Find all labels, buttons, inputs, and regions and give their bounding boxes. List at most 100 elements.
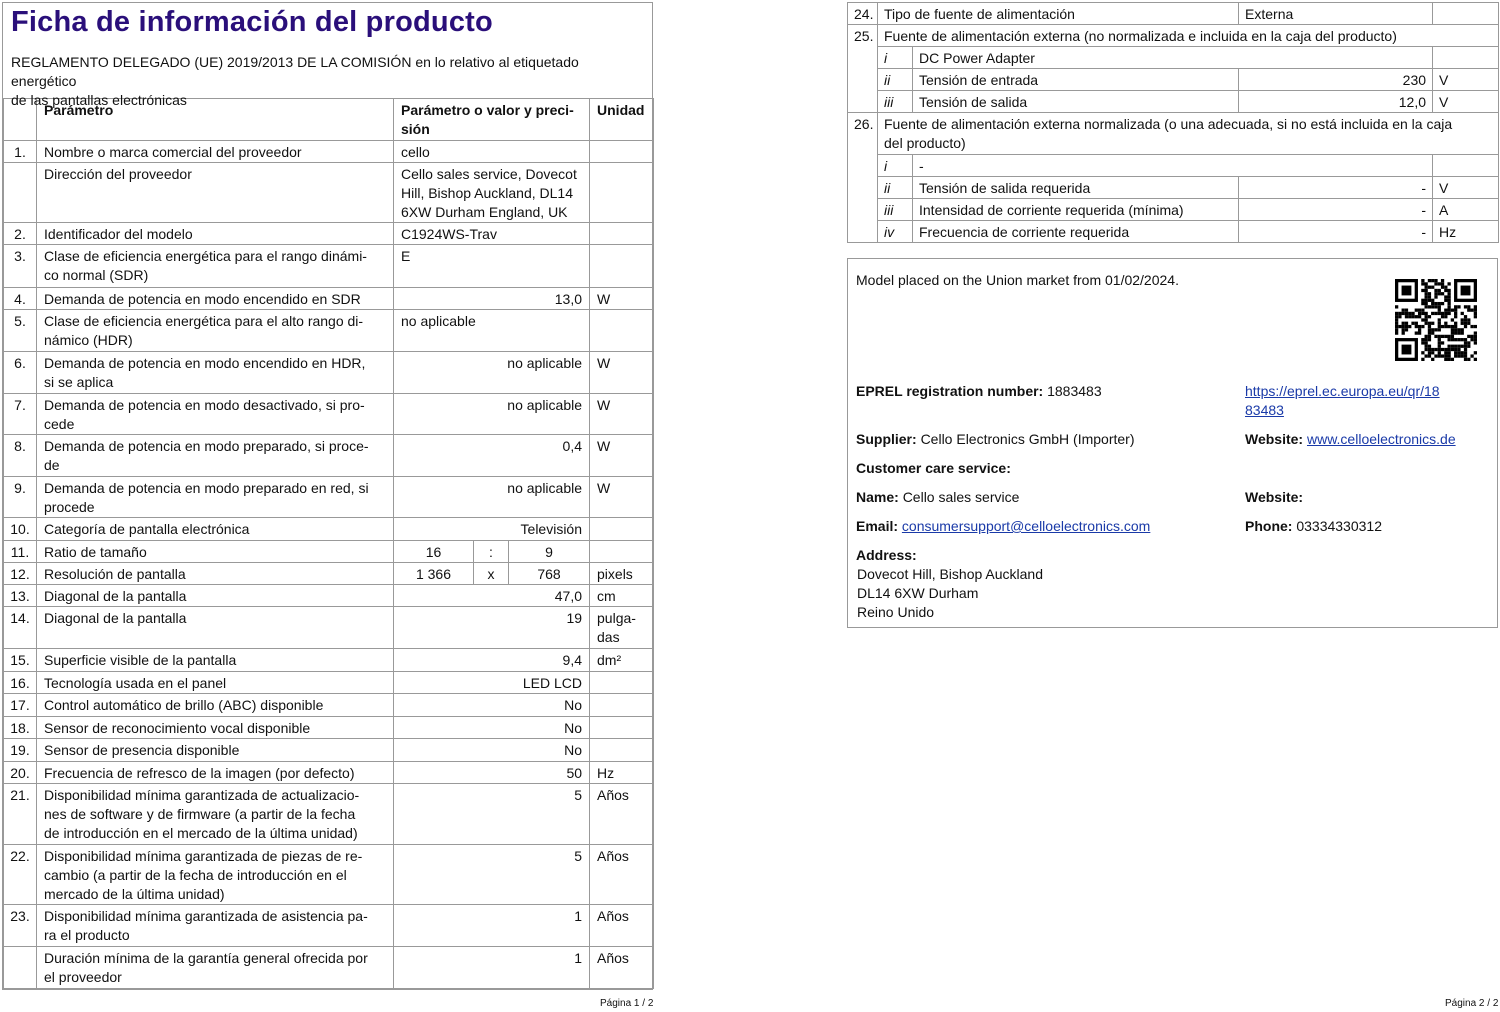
sub-value: 12,0 bbox=[1238, 90, 1434, 113]
row-value: No bbox=[392, 716, 591, 739]
sub-index: ii bbox=[877, 176, 913, 199]
row-parameter: Identificador del modelo bbox=[36, 222, 394, 245]
row-number: 4. bbox=[3, 287, 37, 310]
sub-parameter: - bbox=[911, 154, 1434, 177]
qr-code-icon[interactable] bbox=[1395, 279, 1477, 361]
row-unit: W bbox=[589, 287, 655, 310]
row-value: Televisión bbox=[392, 517, 591, 541]
table-row: 1. Nombre o marca comercial del proveedor… bbox=[3, 140, 655, 163]
row-unit bbox=[1432, 2, 1500, 25]
sub-parameter: Frecuencia de corriente requerida bbox=[911, 220, 1240, 243]
sub-value: - bbox=[1238, 220, 1434, 243]
row-value-a: 16 bbox=[393, 540, 474, 563]
row-unit: Años bbox=[589, 844, 655, 905]
row-number: 19. bbox=[3, 738, 37, 762]
eprel-info-box: Model placed on the Union market from 01… bbox=[847, 258, 1498, 628]
row-number: 3. bbox=[3, 244, 37, 288]
row-number: 22. bbox=[3, 844, 37, 905]
row-value: 47,0 bbox=[392, 584, 591, 607]
row-parameter: Diagonal de la pantalla bbox=[36, 584, 394, 607]
sub-unit: V bbox=[1432, 176, 1500, 199]
website-label: Website: bbox=[1245, 431, 1304, 447]
row-parameter: Diagonal de la pantalla bbox=[36, 606, 394, 649]
table-row: 13. Diagonal de la pantalla 47,0 cm bbox=[3, 584, 655, 607]
row-unit bbox=[589, 162, 655, 223]
sub-index: iii bbox=[877, 198, 913, 221]
row-number: 10. bbox=[3, 517, 37, 541]
row-number: 13. bbox=[3, 584, 37, 607]
row-number: 17. bbox=[3, 693, 37, 717]
row-unit: W bbox=[589, 393, 655, 435]
supplier-value: Cello Electronics GmbH (Importer) bbox=[920, 431, 1135, 447]
name-value: Cello sales service bbox=[902, 489, 1020, 505]
row-unit bbox=[589, 671, 655, 694]
row-unit bbox=[589, 738, 655, 762]
row-value: 50 bbox=[392, 761, 591, 784]
address-label: Address: bbox=[856, 547, 917, 563]
table-row: 6. Demanda de potencia en modo encendido … bbox=[3, 351, 655, 394]
sub-parameter: Tensión de entrada bbox=[911, 68, 1240, 91]
table-row: 20. Frecuencia de refresco de la imagen (… bbox=[3, 761, 655, 784]
row-value: no aplicable bbox=[392, 393, 591, 435]
row-number: 18. bbox=[3, 716, 37, 739]
sub-unit: V bbox=[1432, 90, 1500, 113]
sub-index: i bbox=[877, 154, 913, 177]
page-footer-2: Página 2 / 2 bbox=[1445, 998, 1499, 1009]
table-row: 21. Disponibilidad mínima garantizada de … bbox=[3, 783, 655, 845]
product-info-sheet-page-1: Ficha de información del producto REGLAM… bbox=[2, 2, 655, 990]
table-row: 15. Superficie visible de la pantalla 9,4 d… bbox=[3, 648, 655, 672]
row-unit bbox=[589, 309, 655, 352]
row-number: 8. bbox=[3, 434, 37, 477]
row-parameter: Fuente de alimentación externa normaliza… bbox=[876, 112, 1500, 155]
sub-index: i bbox=[877, 46, 913, 69]
email-link[interactable]: consumersupport@celloelectronics.com bbox=[902, 518, 1150, 534]
row-number: 12. bbox=[3, 562, 37, 585]
sub-row: iii Intensidad de corriente requerida (mí… bbox=[848, 198, 1500, 221]
sub-row: iv Frecuencia de corriente requerida - Hz bbox=[848, 220, 1500, 243]
row-value-separator: : bbox=[473, 540, 509, 563]
eprel-link[interactable]: https://eprel.ec.europa.eu/qr/18 83483 bbox=[1245, 383, 1440, 418]
name-label: Name: bbox=[856, 489, 899, 505]
row-number: 11. bbox=[3, 540, 37, 563]
row-unit: Años bbox=[589, 904, 655, 947]
sub-row: i- bbox=[848, 154, 1500, 177]
row-number: 9. bbox=[3, 476, 37, 518]
website-link[interactable]: www.celloelectronics.de bbox=[1307, 431, 1456, 447]
row-number bbox=[3, 162, 37, 223]
row-number: 16. bbox=[3, 671, 37, 694]
row-value: 9,4 bbox=[392, 648, 591, 672]
row-unit bbox=[589, 716, 655, 739]
phone-value: 03334330312 bbox=[1296, 518, 1382, 534]
row-number: 7. bbox=[3, 393, 37, 435]
sub-index: iii bbox=[877, 90, 913, 113]
row-parameter: Disponibilidad mínima garantizada de pie… bbox=[36, 844, 394, 905]
row-unit: pixels bbox=[589, 562, 655, 585]
row-value: 1 bbox=[392, 946, 591, 989]
table-row: 14. Diagonal de la pantalla 19 pulga- das bbox=[3, 606, 655, 649]
regulation-subtitle: REGLAMENTO DELEGADO (UE) 2019/2013 DE LA… bbox=[11, 54, 579, 108]
row-unit bbox=[589, 517, 655, 541]
sub-value: 230 bbox=[1238, 68, 1434, 91]
sub-row: ii Tensión de entrada 230 V bbox=[848, 68, 1500, 91]
row-value-b: 9 bbox=[507, 540, 591, 563]
table-row: Dirección del proveedor Cello sales servi… bbox=[3, 162, 655, 223]
row-parameter: Demanda de potencia en modo preparado, s… bbox=[36, 434, 394, 477]
row-parameter: Categoría de pantalla electrónica bbox=[36, 517, 394, 541]
row-parameter: Fuente de alimentación externa (no norma… bbox=[876, 24, 1500, 47]
care-website-label: Website: bbox=[1245, 489, 1304, 505]
row-parameter: Tecnología usada en el panel bbox=[36, 671, 394, 694]
sub-parameter: DC Power Adapter bbox=[911, 46, 1434, 69]
row-value-separator: x bbox=[473, 562, 509, 585]
sub-unit bbox=[1432, 46, 1500, 69]
row-value: E bbox=[392, 244, 591, 288]
row-parameter: Demanda de potencia en modo encendido en… bbox=[36, 351, 394, 394]
row-unit: Años bbox=[589, 783, 655, 845]
sub-row: i DC Power Adapter bbox=[848, 46, 1500, 69]
sub-row: iii Tensión de salida 12,0 V bbox=[848, 90, 1500, 113]
table-row: 11. Ratio de tamaño 16:9 bbox=[3, 540, 655, 563]
row-value: 19 bbox=[392, 606, 591, 649]
sub-index: iv bbox=[877, 220, 913, 243]
row-parameter: Duración mínima de la garantía general o… bbox=[36, 946, 394, 989]
row-parameter: Sensor de presencia disponible bbox=[36, 738, 394, 762]
row-value: Cello sales service, Dovecot Hill, Bisho… bbox=[392, 162, 591, 223]
